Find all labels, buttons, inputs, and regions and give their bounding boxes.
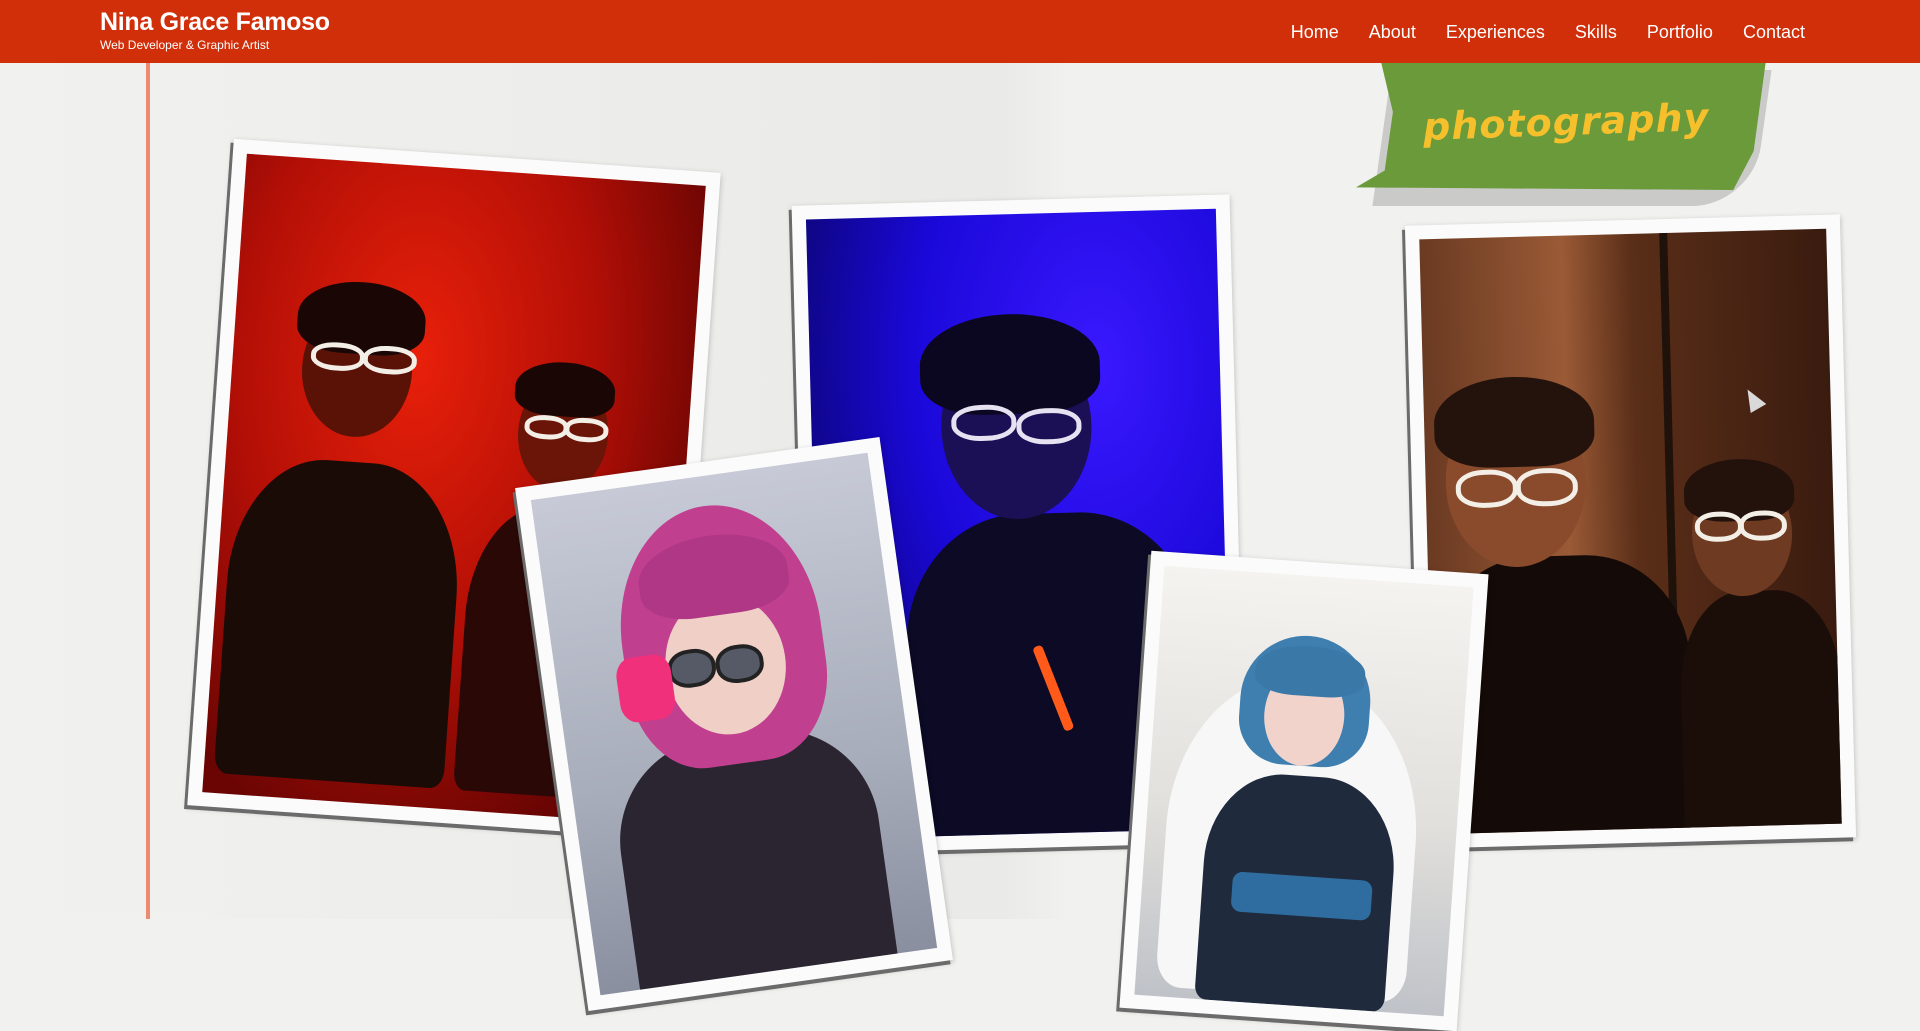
nav-home[interactable]: Home <box>1291 20 1339 44</box>
nav-contact[interactable]: Contact <box>1743 20 1805 44</box>
brand[interactable]: Nina Grace Famoso Web Developer & Graphi… <box>100 8 330 52</box>
section-tag: photography <box>1352 60 1772 210</box>
photo-image <box>1134 565 1474 1017</box>
photo-image <box>1419 228 1842 835</box>
brand-subtitle: Web Developer & Graphic Artist <box>100 38 270 52</box>
nav-experiences[interactable]: Experiences <box>1446 20 1545 44</box>
section-tag-label: photography <box>1422 95 1710 149</box>
nav-skills[interactable]: Skills <box>1575 20 1617 44</box>
section-tag-banner: photography <box>1356 60 1766 190</box>
photo-image <box>530 452 938 996</box>
site-header: Nina Grace Famoso Web Developer & Graphi… <box>0 0 1920 63</box>
nav-portfolio[interactable]: Portfolio <box>1647 20 1713 44</box>
pink-hair-cosplay-photo[interactable] <box>515 436 953 1012</box>
notebook-margin-line <box>146 60 150 919</box>
blue-hair-cosplay-photo[interactable] <box>1119 550 1489 1031</box>
main-nav: Home About Experiences Skills Portfolio … <box>1261 20 1805 44</box>
nav-about[interactable]: About <box>1369 20 1416 44</box>
brand-name: Nina Grace Famoso <box>100 8 330 36</box>
